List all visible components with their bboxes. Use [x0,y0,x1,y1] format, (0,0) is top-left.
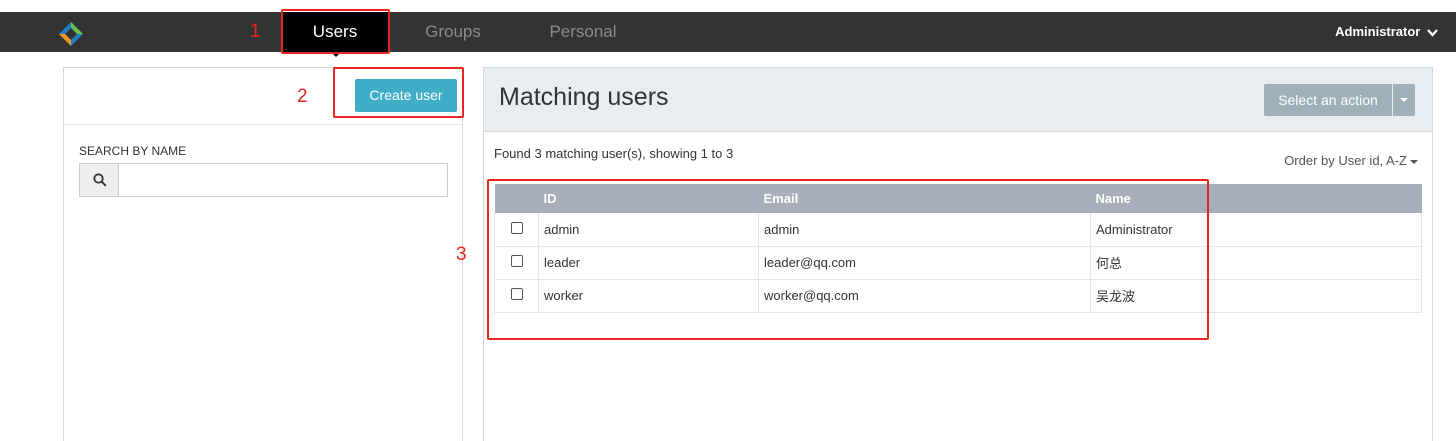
select-column-header [494,184,539,213]
user-name-cell: 吴龙波 [1090,279,1422,313]
page-title: Matching users [499,83,669,111]
active-tab-caret [331,52,341,57]
left-panel: Create user SEARCH BY NAME [63,67,463,441]
caret-down-icon [1410,159,1418,164]
search-group [79,163,448,197]
order-by-dropdown[interactable]: Order by User id, A-Z [1284,153,1418,168]
right-panel-header: Matching users Select an action [484,68,1432,132]
right-panel: Matching users Select an action Found 3 … [483,67,1433,441]
tab-personal[interactable]: Personal [528,12,638,52]
user-id-cell: leader [538,246,759,280]
row-checkbox-cell [494,279,539,313]
users-table: ID Email Name admin admin Administrator … [494,184,1422,313]
user-menu-label: Administrator [1335,24,1421,39]
create-user-button[interactable]: Create user [355,79,457,112]
tab-groups[interactable]: Groups [398,12,508,52]
table-row[interactable]: admin admin Administrator [494,213,1422,247]
annotation-number-3: 3 [456,244,467,265]
user-id-cell: worker [538,279,759,313]
column-header-name[interactable]: Name [1090,184,1422,213]
user-name-cell: 何总 [1090,246,1422,280]
search-by-name-label: SEARCH BY NAME [79,144,187,158]
tab-users[interactable]: Users [282,12,388,52]
table-row[interactable]: worker worker@qq.com 吴龙波 [494,279,1422,313]
results-summary: Found 3 matching user(s), showing 1 to 3 [494,146,734,161]
table-header-row: ID Email Name [494,184,1422,213]
search-icon [93,173,107,187]
column-header-email[interactable]: Email [758,184,1091,213]
chevron-down-icon [1427,29,1438,37]
user-email-cell: leader@qq.com [758,246,1091,280]
column-header-id[interactable]: ID [538,184,759,213]
user-email-cell: admin [758,213,1091,247]
search-addon [80,164,119,196]
row-checkbox-cell [494,213,539,247]
order-by-label: Order by User id, A-Z [1284,153,1407,168]
user-email-cell: worker@qq.com [758,279,1091,313]
select-action-button[interactable]: Select an action [1264,84,1392,116]
diamond-logo-icon[interactable] [58,21,84,47]
annotation-number-1: 1 [250,21,261,42]
row-checkbox[interactable] [511,288,523,300]
select-action-dropdown-toggle[interactable] [1393,84,1415,116]
row-checkbox-cell [494,246,539,280]
annotation-number-2: 2 [297,86,308,107]
search-input[interactable] [120,164,447,196]
left-panel-header: Create user [64,68,462,125]
user-name-cell: Administrator [1090,213,1422,247]
row-checkbox[interactable] [511,221,523,234]
user-id-cell: admin [538,213,759,247]
top-nav-bar: Users Groups Personal Administrator [0,12,1456,57]
user-menu[interactable]: Administrator [1335,12,1438,52]
table-row[interactable]: leader leader@qq.com 何总 [494,246,1422,280]
row-checkbox[interactable] [511,255,523,267]
